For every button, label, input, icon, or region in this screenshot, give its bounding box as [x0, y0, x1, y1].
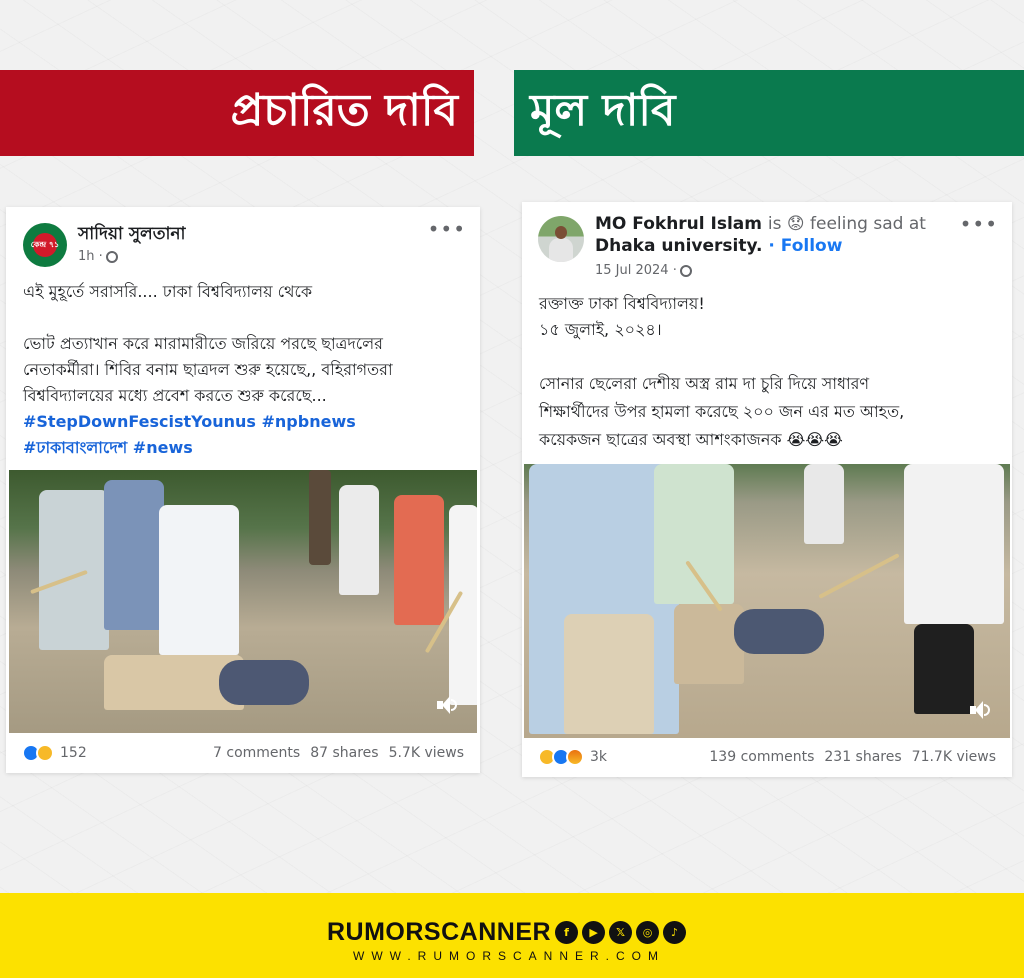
person-figure	[159, 505, 239, 655]
post-stats: 3k 139 comments 231 shares 71.7K views	[522, 737, 1012, 777]
author-name[interactable]: সাদিয়া সুলতানা	[78, 221, 185, 249]
person-head	[555, 226, 567, 239]
original-post-card: MO Fokhrul Islam is 😟 feeling sad at Dha…	[522, 202, 1012, 777]
reaction-count: 152	[60, 745, 87, 761]
person-figure	[564, 614, 654, 734]
claimed-banner-title: প্রচারিত দাবি	[230, 84, 458, 136]
post-time-label: 1h ·	[78, 249, 103, 264]
post-video[interactable]	[524, 464, 1010, 738]
tiktok-icon[interactable]: ♪	[663, 921, 687, 944]
post-body-line: কয়েকজন ছাত্রের অবস্থা আশংকাজনক 😭😭😭	[539, 430, 843, 449]
post-video[interactable]	[9, 470, 477, 733]
tree-trunk	[309, 470, 331, 565]
person-figure	[104, 480, 164, 630]
person-figure	[674, 604, 744, 684]
original-banner-title: মূল দাবি	[530, 84, 676, 136]
angry-icon	[566, 748, 584, 766]
more-options-icon[interactable]: •••	[428, 217, 466, 241]
post-time[interactable]: 15 Jul 2024 ·	[595, 263, 692, 278]
avatar-text: কেন্দ্র ৭১	[30, 240, 60, 249]
hashtags[interactable]: #ঢাকাবাংলাদেশ #news	[23, 435, 193, 461]
views-count: 71.7K views	[911, 749, 996, 765]
globe-icon	[105, 250, 118, 263]
author-name[interactable]: MO Fokhrul Islam	[595, 214, 762, 234]
website-url[interactable]: WWW.RUMORSCANNER.COM	[327, 949, 691, 963]
post-headline: এই মুহূর্তে সরাসরি.... ঢাকা বিশ্ববিদ্যাল…	[23, 282, 313, 301]
person-figure	[394, 495, 444, 625]
person-figure	[734, 609, 824, 654]
person-figure	[219, 660, 309, 705]
claimed-post-card: কেন্দ্র ৭১ সাদিয়া সুলতানা 1h · ••• এই ম…	[6, 207, 480, 773]
brand-logo[interactable]: RUMORSCANNER	[327, 918, 551, 947]
youtube-icon[interactable]: ▶	[582, 921, 606, 944]
follow-link[interactable]: · Follow	[768, 236, 842, 256]
post-body-line: ভোট প্রত্যাখান করে মারামারীতে জরিয়ে পরছ…	[23, 334, 383, 353]
post-body-line: শিক্ষার্থীদের উপর হামলা করেছে ২০০ জন এর …	[539, 402, 905, 421]
reactions[interactable]: 152	[22, 744, 87, 762]
original-banner: মূল দাবি	[514, 70, 1024, 156]
post-stats: 152 7 comments 87 shares 5.7K views	[6, 733, 480, 773]
person-figure	[39, 490, 109, 650]
avatar[interactable]: কেন্দ্র ৭১	[23, 223, 67, 267]
shares-count[interactable]: 231 shares	[824, 749, 901, 765]
post-body-line: বিশ্ববিদ্যালয়ের মধ্যে প্রবেশ করতে শুরু …	[23, 386, 327, 405]
post-body-line: রক্তাক্ত ঢাকা বিশ্ববিদ্যালয়!	[539, 294, 705, 313]
feeling-status: is 😟 feeling sad at	[767, 214, 926, 234]
post-header-line: MO Fokhrul Islam is 😟 feeling sad at	[595, 214, 926, 234]
post-time-label: 15 Jul 2024 ·	[595, 263, 677, 278]
shares-count[interactable]: 87 shares	[310, 745, 378, 761]
haha-icon	[36, 744, 54, 762]
instagram-icon[interactable]: ◎	[636, 921, 660, 944]
stick	[818, 553, 900, 599]
reaction-count: 3k	[590, 749, 608, 765]
post-body-line: সোনার ছেলেরা দেশীয় অস্ত্র রাম দা চুরি দ…	[539, 374, 870, 393]
comments-count[interactable]: 7 comments	[213, 745, 300, 761]
person-figure	[654, 464, 734, 604]
comments-count[interactable]: 139 comments	[709, 749, 814, 765]
post-body-line: নেতাকর্মীরা। শিবির বনাম ছাত্রদল শুরু হয়…	[23, 360, 393, 379]
speaker-icon[interactable]	[437, 695, 459, 715]
facebook-icon[interactable]: f	[555, 921, 579, 944]
more-options-icon[interactable]: •••	[960, 212, 998, 236]
x-icon[interactable]: 𝕏	[609, 921, 633, 944]
globe-icon	[679, 264, 692, 277]
person-figure	[339, 485, 379, 595]
speaker-icon[interactable]	[970, 700, 992, 720]
brand-row: RUMORSCANNER f ▶ 𝕏 ◎ ♪	[327, 918, 687, 947]
avatar[interactable]	[538, 216, 584, 262]
person-torso	[549, 238, 573, 262]
person-figure	[904, 464, 1004, 624]
person-figure	[914, 624, 974, 714]
post-header-line: Dhaka university. · Follow	[595, 236, 842, 256]
location-link[interactable]: Dhaka university.	[595, 236, 762, 256]
reactions[interactable]: 3k	[538, 748, 607, 766]
hashtags[interactable]: #StepDownFescistYounus #npbnews	[23, 409, 356, 435]
views-count: 5.7K views	[388, 745, 464, 761]
post-time[interactable]: 1h ·	[78, 249, 118, 264]
person-figure	[804, 464, 844, 544]
post-body-line: ১৫ জুলাই, ২০২৪।	[539, 320, 662, 339]
claimed-banner: প্রচারিত দাবি	[0, 70, 474, 156]
